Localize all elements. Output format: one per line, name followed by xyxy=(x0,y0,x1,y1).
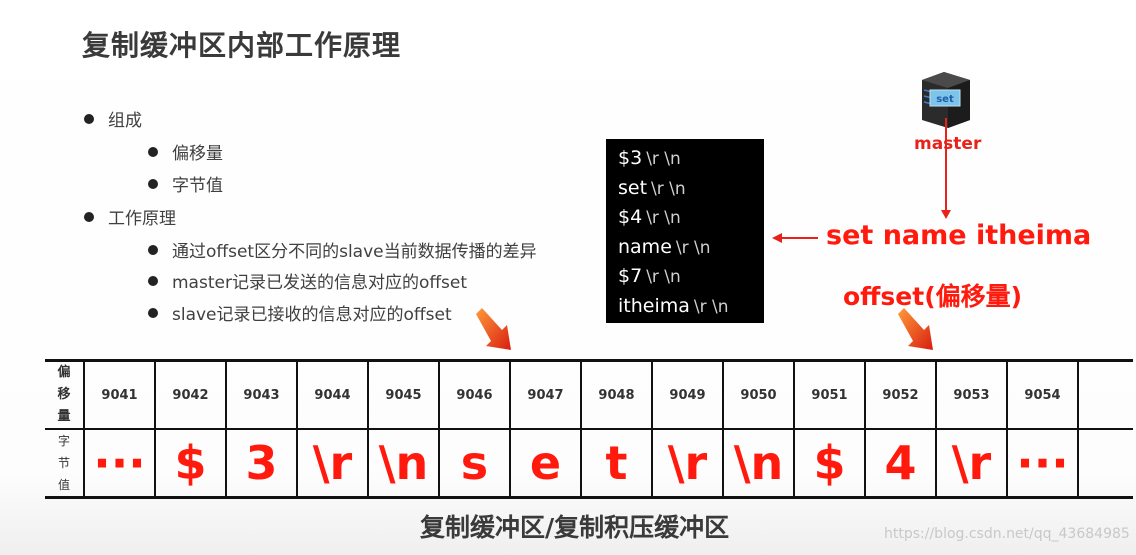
byte-row: 字 节 值 ··· $3 \r \n s e t \r \n $4 \r ··· xyxy=(45,428,1133,499)
offset-cell: 9044 xyxy=(296,359,369,430)
byte-cell: e xyxy=(509,428,582,499)
offset-cell xyxy=(1077,359,1133,430)
byte-cell: $ xyxy=(793,428,866,499)
offset-cell: 9042 xyxy=(154,359,227,430)
byte-cell xyxy=(1077,428,1133,499)
command-text: set name itheima xyxy=(826,220,1092,251)
byte-cell: \n xyxy=(367,428,440,499)
byte-cell: ··· xyxy=(83,428,156,499)
byte-row-header: 字 节 值 xyxy=(45,428,85,499)
byte-cell: s xyxy=(438,428,511,499)
offset-cell: 9043 xyxy=(225,359,298,430)
header-char: 偏 xyxy=(57,365,71,380)
offset-cell: 9041 xyxy=(83,359,156,430)
offset-cell: 9052 xyxy=(864,359,937,430)
pointer-arrow-icon xyxy=(898,308,933,350)
down-arrow-icon xyxy=(941,118,951,219)
byte-cell: \n xyxy=(722,428,795,499)
header-char: 值 xyxy=(57,478,70,492)
left-arrow-icon xyxy=(772,233,818,243)
offset-cell: 9045 xyxy=(367,359,440,430)
header-char: 节 xyxy=(57,456,70,470)
offset-row-header: 偏 移 量 xyxy=(45,359,85,430)
header-char: 移 xyxy=(57,387,71,402)
offset-cell: 9047 xyxy=(509,359,582,430)
header-char: 量 xyxy=(57,409,71,424)
diagram-caption: 复制缓冲区/复制积压缓冲区 xyxy=(420,513,730,542)
offset-cell: 9054 xyxy=(1006,359,1079,430)
byte-cell: $ xyxy=(154,428,227,499)
byte-cell: 4 xyxy=(864,428,937,499)
offset-cell: 9046 xyxy=(438,359,511,430)
offset-row: 偏 移 量 9041 9042 9043 9044 9045 9046 9047 9048 90… xyxy=(45,359,1133,430)
pointer-arrow-icon xyxy=(476,308,511,350)
byte-cell: t xyxy=(580,428,653,499)
offset-label: offset(偏移量) xyxy=(843,282,1023,311)
offset-cell: 9050 xyxy=(722,359,795,430)
offset-cell: 9048 xyxy=(580,359,653,430)
byte-cell: ··· xyxy=(1006,428,1079,499)
offset-cell: 9053 xyxy=(935,359,1008,430)
offset-cell: 9051 xyxy=(793,359,866,430)
offset-cell: 9049 xyxy=(651,359,724,430)
byte-cell: \r xyxy=(296,428,369,499)
header-char: 字 xyxy=(57,434,70,448)
watermark: https://blog.csdn.net/qq_43684985 xyxy=(884,526,1130,542)
replication-buffer-table: 偏 移 量 9041 9042 9043 9044 9045 9046 9047 9048 90… xyxy=(45,359,1133,499)
byte-cell: \r xyxy=(651,428,724,499)
byte-cell: \r xyxy=(935,428,1008,499)
byte-cell: 3 xyxy=(225,428,298,499)
